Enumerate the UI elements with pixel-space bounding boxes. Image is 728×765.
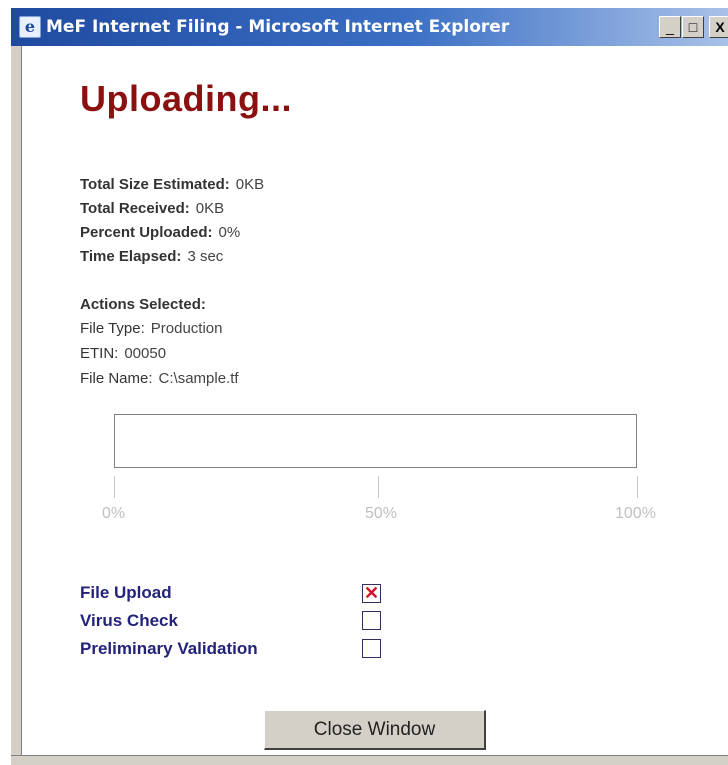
time-elapsed-label: Time Elapsed:	[80, 248, 182, 265]
percent-uploaded-row: Percent Uploaded: 0%	[80, 224, 240, 241]
step-checkbox-virus-check	[362, 611, 381, 630]
total-size-row: Total Size Estimated: 0KB	[80, 176, 264, 193]
file-type-row: File Type: Production	[80, 320, 222, 337]
progress-tick-0	[114, 476, 115, 498]
progress-tick-label-0: 0%	[102, 505, 126, 522]
step-checkbox-preliminary-validation	[362, 639, 381, 658]
percent-uploaded-label: Percent Uploaded:	[80, 224, 213, 241]
file-name-value: C:\sample.tf	[158, 370, 239, 387]
percent-uploaded-value: 0%	[218, 224, 241, 241]
progress-tick-label-100: 100%	[615, 505, 656, 522]
page-title: Uploading...	[80, 78, 292, 119]
progress-tick-label-50: 50%	[365, 505, 398, 522]
step-label-file-upload: File Upload	[80, 583, 172, 602]
close-window-button[interactable]: Close Window	[264, 710, 486, 750]
progress-tick-50	[378, 476, 379, 498]
total-received-row: Total Received: 0KB	[80, 200, 224, 217]
window-frame-left	[11, 46, 22, 764]
upload-progress-bar	[114, 414, 637, 468]
maximize-button[interactable]: □	[682, 16, 704, 38]
step-checkbox-file-upload: ✕	[362, 583, 381, 603]
etin-value: 00050	[124, 345, 167, 362]
etin-row: ETIN: 00050	[80, 345, 166, 362]
step-label-virus-check: Virus Check	[80, 611, 178, 630]
file-type-value: Production	[150, 320, 223, 337]
etin-label: ETIN:	[80, 345, 119, 362]
time-elapsed-row: Time Elapsed: 3 sec	[80, 248, 223, 265]
progress-tick-100	[637, 476, 638, 498]
window-title: MeF Internet Filing - Microsoft Internet…	[46, 17, 510, 37]
file-name-row: File Name: C:\sample.tf	[80, 370, 239, 387]
time-elapsed-value: 3 sec	[187, 248, 224, 265]
actions-heading-row: Actions Selected:	[80, 296, 206, 313]
step-label-preliminary-validation: Preliminary Validation	[80, 639, 258, 658]
close-window-icon-button[interactable]: X	[709, 16, 728, 38]
window-titlebar: e MeF Internet Filing - Microsoft Intern…	[11, 8, 728, 46]
total-received-label: Total Received:	[80, 200, 190, 217]
minimize-button[interactable]: _	[659, 16, 681, 38]
ie-icon: e	[19, 16, 41, 38]
total-size-label: Total Size Estimated:	[80, 176, 230, 193]
file-name-label: File Name:	[80, 370, 153, 387]
actions-heading: Actions Selected:	[80, 296, 206, 313]
file-type-label: File Type:	[80, 320, 145, 337]
total-received-value: 0KB	[195, 200, 225, 217]
total-size-value: 0KB	[235, 176, 265, 193]
